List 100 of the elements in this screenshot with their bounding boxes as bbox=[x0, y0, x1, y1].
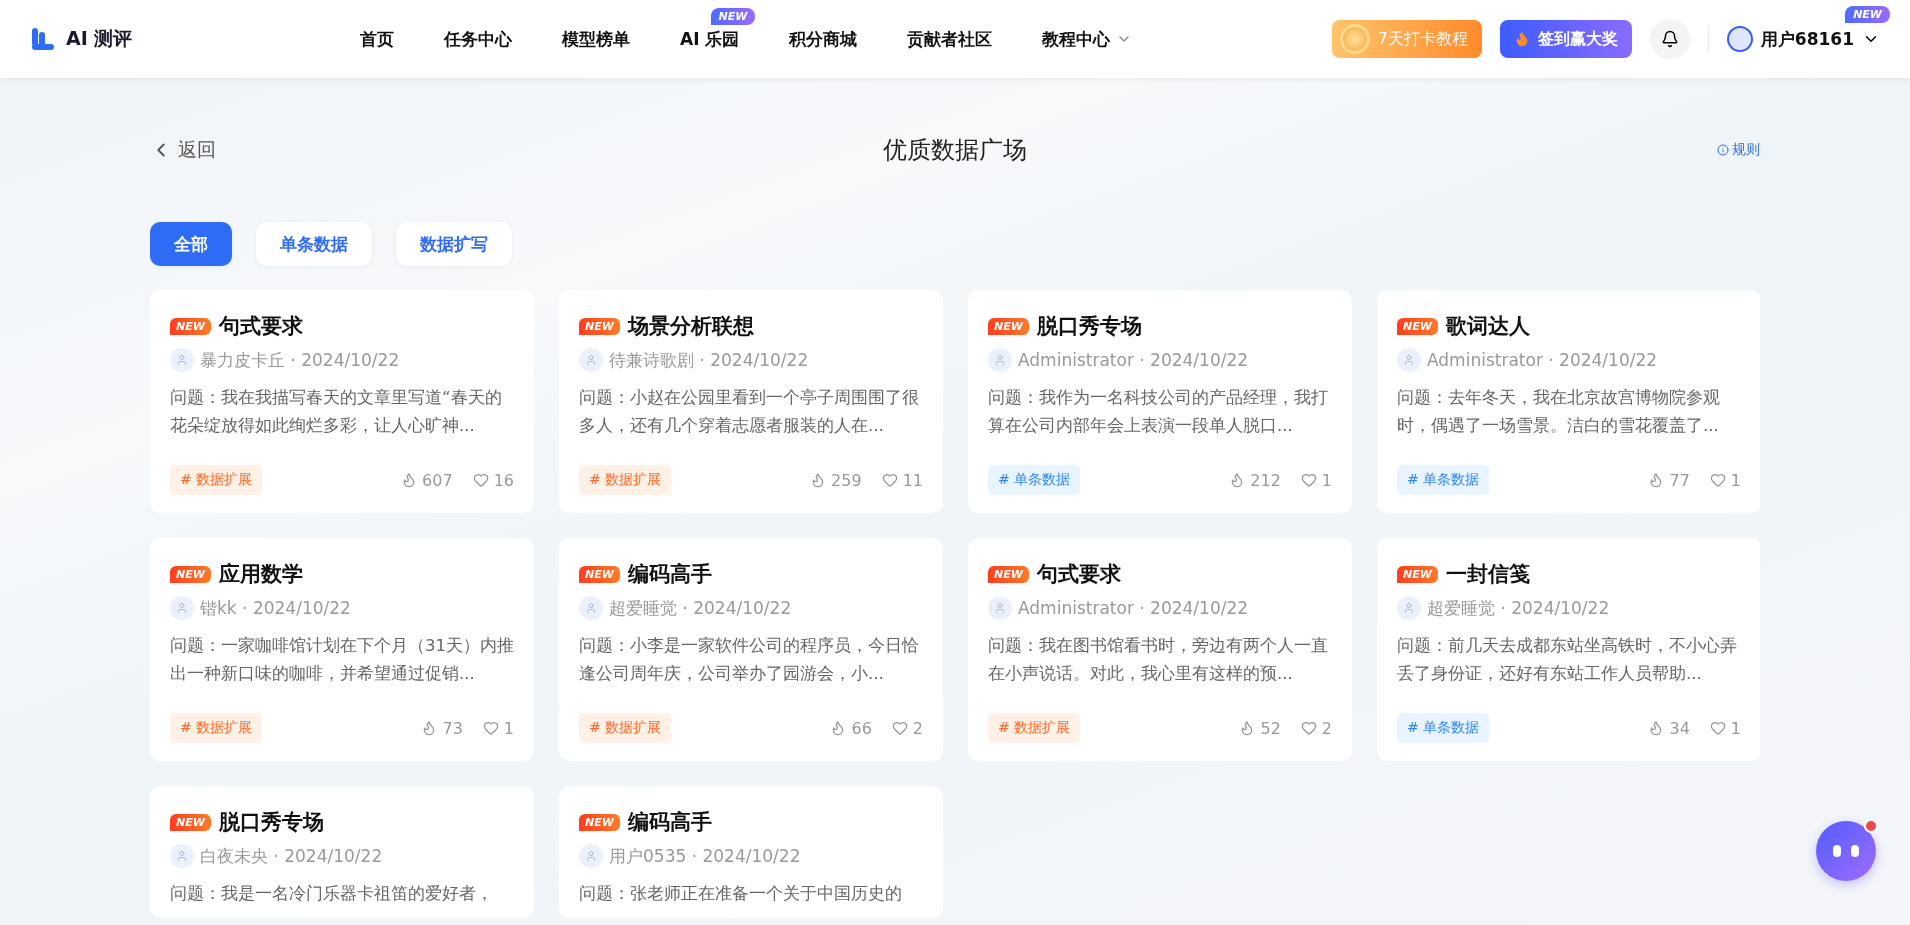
filter-tab[interactable]: 数据扩写 bbox=[396, 222, 512, 266]
heart-icon bbox=[1300, 472, 1317, 488]
nav-link[interactable]: 积分商城 bbox=[789, 27, 858, 51]
data-card[interactable]: NEW 脱口秀专场 Administrator · 2024/10/22 问题：我作为一名科技公司的产品经理，我打算在公司内部年会上表演一段单人脱口... # 单条数据 212 1 bbox=[968, 290, 1352, 513]
category-tag: # 单条数据 bbox=[988, 465, 1081, 495]
card-title: 场景分析联想 bbox=[627, 313, 754, 340]
heart-icon bbox=[472, 472, 489, 488]
question-text: 问题：我在我描写春天的文章里写道“春天的花朵绽放得如此绚烂多彩，让人心旷神... bbox=[170, 387, 503, 437]
back-link[interactable]: 返回 bbox=[150, 137, 310, 163]
user-icon bbox=[579, 596, 603, 620]
nav-link[interactable]: 任务中心 bbox=[444, 27, 512, 51]
author-date: 超爱睡觉 · 2024/10/22 bbox=[609, 596, 792, 620]
new-badge: NEW bbox=[1397, 317, 1438, 335]
coin-icon bbox=[1339, 24, 1370, 54]
card-title: 编码高手 bbox=[627, 809, 712, 836]
question-text: 问题：我在图书馆看书时，旁边有两个人一直在小声说话。对此，我心里有这样的预... bbox=[988, 635, 1329, 685]
card-title: 一封信笺 bbox=[1445, 561, 1530, 588]
heart-icon bbox=[891, 720, 908, 736]
views-count: 73 bbox=[421, 718, 463, 738]
logo-icon bbox=[30, 26, 56, 52]
filter-tab[interactable]: 单条数据 bbox=[256, 222, 372, 266]
author-date: 超爱睡觉 · 2024/10/22 bbox=[1427, 596, 1610, 620]
user-icon bbox=[579, 348, 603, 372]
question-text: 问题：我作为一名科技公司的产品经理，我打算在公司内部年会上表演一段单人脱口... bbox=[988, 387, 1329, 437]
card-title: 句式要求 bbox=[1036, 561, 1121, 588]
views-count: 212 bbox=[1229, 470, 1281, 490]
check-in-button[interactable]: 签到赢大奖 bbox=[1499, 20, 1632, 58]
question-text: 问题：一家咖啡馆计划在下个月（31天）内推出一种新口味的咖啡，并希望通过促销... bbox=[170, 635, 514, 685]
card-title: 脱口秀专场 bbox=[218, 809, 324, 836]
question-text: 问题：我是一名冷门乐器卡祖笛的爱好者， bbox=[170, 883, 494, 905]
card-title: 应用数学 bbox=[218, 561, 303, 588]
question-text: 问题：张老师正在准备一个关于中国历史的 bbox=[579, 883, 903, 905]
new-badge: NEW bbox=[170, 317, 211, 335]
data-card[interactable]: NEW 句式要求 暴力皮卡丘 · 2024/10/22 问题：我在我描写春天的文章里写道“春天的花朵绽放得如此绚烂多彩，让人心旷神... # 数据扩展 607 16 bbox=[150, 290, 534, 513]
data-card[interactable]: NEW 应用数学 锴kk · 2024/10/22 问题：一家咖啡馆计划在下个月（31天）内推出一种新口味的咖啡，并希望通过促销... # 数据扩展 73 1 bbox=[150, 538, 534, 761]
category-tag: # 数据扩展 bbox=[988, 713, 1081, 743]
nav-link[interactable]: 贡献者社区 bbox=[907, 27, 993, 51]
category-tag: # 数据扩展 bbox=[170, 465, 263, 495]
views-count: 259 bbox=[810, 470, 862, 490]
data-card[interactable]: NEW 一封信笺 超爱睡觉 · 2024/10/22 问题：前几天去成都东站坐高铁时，不小心弄丢了身份证，还好有东站工作人员帮助... # 单条数据 34 1 bbox=[1377, 538, 1760, 761]
notification-button[interactable] bbox=[1649, 19, 1690, 59]
data-card[interactable]: NEW 场景分析联想 待兼诗歌剧 · 2024/10/22 问题：小赵在公园里看到一个亭子周围围了很多人，还有几个穿着志愿者服装的人在... # 数据扩展 259 11 bbox=[559, 290, 943, 513]
info-icon bbox=[1717, 144, 1729, 156]
views-count: 34 bbox=[1648, 718, 1690, 738]
nav-link[interactable]: AI 乐园 bbox=[680, 27, 740, 51]
new-badge: NEW bbox=[1397, 565, 1438, 583]
views-count: 66 bbox=[830, 718, 872, 738]
user-icon bbox=[988, 596, 1012, 620]
notification-dot bbox=[1864, 819, 1878, 833]
user-icon bbox=[170, 596, 194, 620]
user-icon bbox=[1397, 596, 1421, 620]
author-date: 待兼诗歌剧 · 2024/10/22 bbox=[609, 348, 809, 372]
category-tag: # 单条数据 bbox=[1397, 465, 1490, 495]
new-badge: NEW bbox=[988, 317, 1029, 335]
category-tag: # 数据扩展 bbox=[579, 465, 672, 495]
card-title: 脱口秀专场 bbox=[1036, 313, 1142, 340]
bell-icon bbox=[1660, 30, 1679, 48]
views-count: 77 bbox=[1648, 470, 1690, 490]
data-card[interactable]: NEW 句式要求 Administrator · 2024/10/22 问题：我在图书馆看书时，旁边有两个人一直在小声说话。对此，我心里有这样的预... # 数据扩展 52 2 bbox=[968, 538, 1352, 761]
nav-link[interactable]: 模型榜单 bbox=[562, 27, 630, 51]
author-date: 暴力皮卡丘 · 2024/10/22 bbox=[200, 348, 400, 372]
page-title: 优质数据广场 bbox=[883, 135, 1027, 166]
author-date: 锴kk · 2024/10/22 bbox=[200, 596, 351, 620]
user-icon bbox=[170, 348, 194, 372]
heart-icon bbox=[881, 472, 898, 488]
heart-icon bbox=[1709, 472, 1726, 488]
heart-icon bbox=[1709, 720, 1726, 736]
nav-link[interactable]: 首页 bbox=[360, 27, 394, 51]
logo-text: AI 测评 bbox=[66, 26, 133, 51]
filter-tab[interactable]: 全部 bbox=[150, 222, 232, 266]
data-card[interactable]: NEW 编码高手 用户0535 · 2024/10/22 问题：张老师正在准备一个关于中国历史的 bbox=[559, 786, 943, 918]
new-badge: NEW bbox=[579, 813, 620, 831]
category-tag: # 数据扩展 bbox=[170, 713, 263, 743]
author-date: Administrator · 2024/10/22 bbox=[1018, 598, 1249, 618]
category-tag: # 单条数据 bbox=[1397, 713, 1490, 743]
question-text: 问题：前几天去成都东站坐高铁时，不小心弄丢了身份证，还好有东站工作人员帮助... bbox=[1397, 635, 1738, 685]
new-badge: NEW bbox=[579, 317, 620, 335]
data-card[interactable]: NEW 编码高手 超爱睡觉 · 2024/10/22 问题：小李是一家软件公司的程序员，今日恰逢公司周年庆，公司举办了园游会，小... # 数据扩展 66 2 bbox=[559, 538, 943, 761]
category-tag: # 数据扩展 bbox=[579, 713, 672, 743]
user-icon bbox=[170, 844, 194, 868]
new-badge: NEW bbox=[579, 565, 620, 583]
new-badge: NEW bbox=[710, 7, 756, 25]
rules-link[interactable]: 规则 bbox=[1600, 141, 1760, 159]
user-icon bbox=[1397, 348, 1421, 372]
question-text: 问题：小赵在公园里看到一个亭子周围围了很多人，还有几个穿着志愿者服装的人在... bbox=[579, 387, 920, 437]
chat-assistant-button[interactable] bbox=[1816, 821, 1876, 881]
nav-link[interactable]: 教程中心 bbox=[1042, 27, 1133, 51]
data-card[interactable]: NEW 歌词达人 Administrator · 2024/10/22 问题：去年冬天，我在北京故宫博物院参观时，偶遇了一场雪景。洁白的雪花覆盖了... # 单条数据 77 1 bbox=[1377, 290, 1760, 513]
new-badge: NEW bbox=[170, 813, 211, 831]
author-date: 用户0535 · 2024/10/22 bbox=[609, 844, 801, 868]
author-date: Administrator · 2024/10/22 bbox=[1018, 350, 1249, 370]
new-badge: NEW bbox=[988, 565, 1029, 583]
user-avatar bbox=[1726, 26, 1753, 52]
question-text: 问题：小李是一家软件公司的程序员，今日恰逢公司周年庆，公司举办了园游会，小... bbox=[579, 635, 920, 685]
views-count: 607 bbox=[401, 470, 453, 490]
data-card[interactable]: NEW 脱口秀专场 白夜未央 · 2024/10/22 问题：我是一名冷门乐器卡祖笛的爱好者， bbox=[150, 786, 534, 918]
author-date: 白夜未央 · 2024/10/22 bbox=[200, 844, 383, 868]
user-name[interactable]: 用户68161 bbox=[1760, 27, 1854, 51]
card-title: 句式要求 bbox=[218, 313, 303, 340]
user-icon bbox=[579, 844, 603, 868]
